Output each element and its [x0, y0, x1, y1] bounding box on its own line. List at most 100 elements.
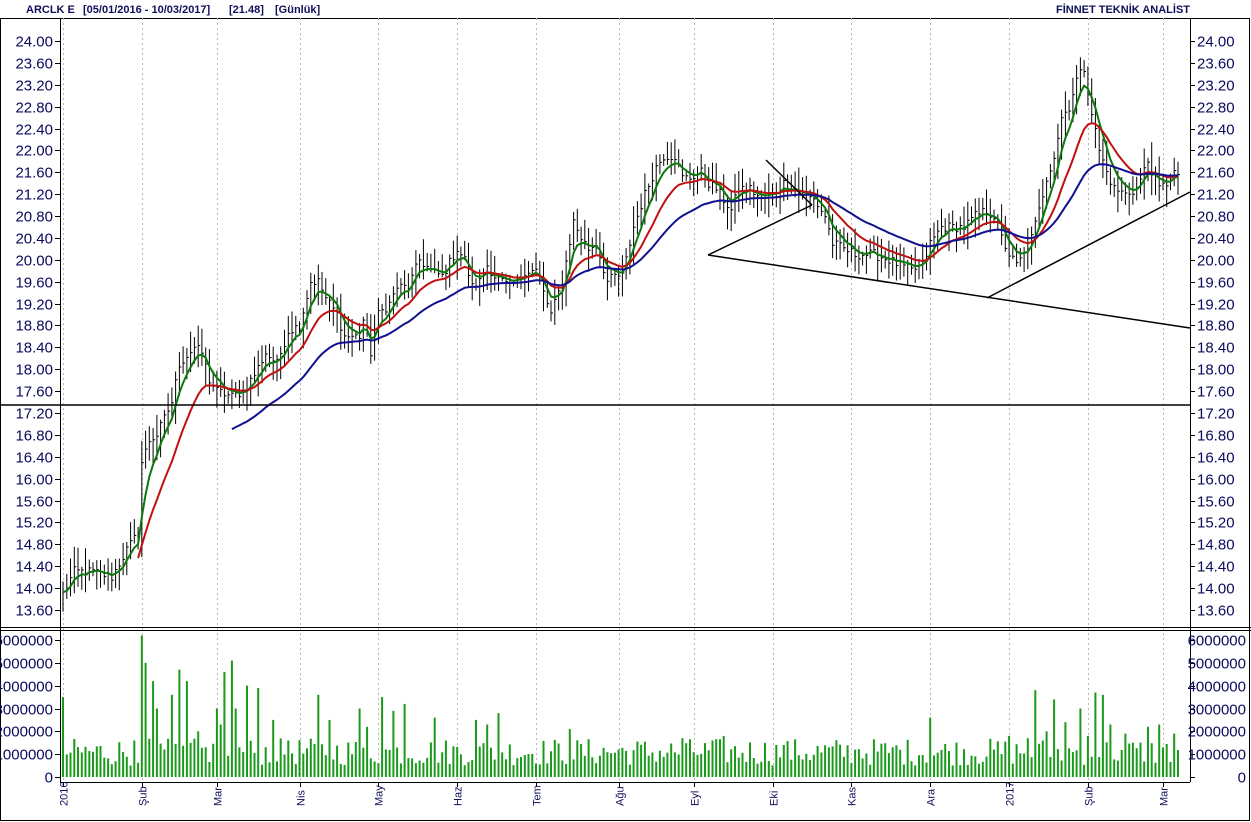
volume-bar	[966, 764, 969, 777]
volume-bar	[936, 752, 939, 777]
volume-bar	[1154, 762, 1157, 777]
volume-bar	[215, 708, 218, 777]
y-tick-label-left: 23.20	[15, 78, 53, 95]
y-tick-label-right: 18.80	[1197, 318, 1235, 335]
y-tick-label-left: 20.00	[15, 253, 53, 270]
volume-bar	[471, 760, 474, 777]
volume-tick-label-left: 1000000	[0, 747, 53, 764]
volume-bar	[681, 738, 684, 777]
volume-bar	[1023, 753, 1026, 777]
volume-bar	[448, 764, 451, 777]
volume-bar	[133, 740, 136, 777]
volume-bar	[501, 752, 504, 777]
volume-bar	[944, 744, 947, 777]
volume-bar	[512, 765, 515, 777]
x-tick-label: Şub	[138, 786, 150, 806]
descending-trendline	[707, 254, 1191, 329]
volume-bar	[475, 719, 477, 777]
volume-bar	[1053, 699, 1056, 777]
volume-bar	[745, 761, 748, 777]
volume-bar	[137, 762, 140, 777]
volume-bar	[568, 729, 571, 777]
volume-bar	[238, 747, 241, 777]
price-bars	[62, 57, 1180, 612]
y-tick-label-right: 15.60	[1197, 494, 1235, 511]
volume-bar	[298, 740, 301, 777]
volume-bar	[163, 749, 166, 777]
volume-bar	[643, 741, 646, 777]
volume-bar	[876, 751, 879, 777]
volume-bar	[1128, 743, 1131, 777]
y-tick-label-left: 22.40	[15, 122, 53, 139]
volume-bar	[1135, 748, 1138, 777]
volume-bar	[167, 738, 170, 777]
ma-short-line	[62, 84, 1179, 594]
volume-bar	[324, 755, 327, 777]
volume-bar	[306, 748, 308, 777]
volume-bar	[914, 765, 917, 777]
volume-bar	[1169, 761, 1172, 777]
volume-bar	[704, 743, 706, 777]
volume-bar	[1094, 692, 1097, 777]
volume-bar	[850, 762, 853, 777]
volume-bar	[760, 761, 763, 777]
stock-chart: ARCLK E [05/01/2016 - 10/03/2017] [21.48…	[0, 3, 1251, 821]
volume-bar	[602, 747, 605, 777]
volume-bar	[906, 739, 909, 777]
volume-bar	[722, 735, 725, 777]
y-tick-label-right: 21.60	[1197, 165, 1235, 182]
x-tick-label: Eki	[769, 791, 781, 806]
volume-tick-label-right: 0	[1238, 770, 1246, 787]
y-tick-label-right: 20.00	[1197, 253, 1235, 270]
volume-bar	[606, 752, 609, 777]
volume-bar	[719, 739, 721, 777]
volume-bar	[174, 743, 177, 777]
y-tick-label-left: 19.60	[15, 275, 53, 292]
volume-tick-label-left: 4000000	[0, 679, 53, 696]
volume-bar	[993, 749, 995, 777]
volume-bar	[148, 738, 151, 777]
volume-bar	[1173, 733, 1176, 777]
volume-bar	[857, 749, 860, 777]
volume-bar	[677, 754, 680, 777]
x-tick-label: May	[374, 785, 386, 806]
volume-bar	[246, 685, 248, 777]
volume-bar	[99, 745, 102, 777]
volume-bar	[861, 758, 864, 777]
volume-bar	[1008, 735, 1011, 777]
volume-bar	[332, 759, 335, 777]
volume-bar	[1004, 741, 1007, 777]
volume-bar	[129, 765, 132, 777]
volume-bar	[1071, 752, 1074, 777]
volume-bar	[343, 764, 346, 777]
y-tick-label-left: 20.80	[15, 209, 53, 226]
volume-bar	[546, 763, 549, 777]
volume-bar	[809, 759, 812, 777]
volume-bar	[276, 761, 278, 777]
volume-bar	[373, 761, 376, 777]
volume-bar	[613, 752, 616, 777]
volume-bar	[561, 760, 564, 777]
y-tick-label-right: 16.00	[1197, 472, 1235, 489]
volume-bar	[264, 747, 267, 777]
volume-bar	[328, 719, 331, 777]
x-tick-label: Mar	[1159, 787, 1171, 806]
volume-bar	[80, 752, 83, 777]
y-tick-label-right: 23.20	[1197, 78, 1235, 95]
volume-bar	[155, 708, 158, 777]
volume-bar	[752, 758, 755, 777]
volume-bar	[685, 743, 688, 777]
volume-bar	[527, 754, 530, 777]
x-tick-label: 2016	[59, 782, 71, 806]
volume-bar	[452, 746, 455, 777]
volume-bar	[65, 754, 68, 777]
volume-bar	[1105, 742, 1108, 777]
volume-bar	[193, 738, 196, 777]
volume-bar	[317, 694, 320, 777]
volume-bar	[948, 751, 950, 777]
y-tick-label-right: 16.80	[1197, 428, 1235, 445]
volume-bar	[1000, 754, 1003, 777]
volume-bar	[294, 764, 297, 777]
y-tick-label-right: 22.00	[1197, 143, 1235, 160]
volume-bar	[925, 762, 928, 777]
